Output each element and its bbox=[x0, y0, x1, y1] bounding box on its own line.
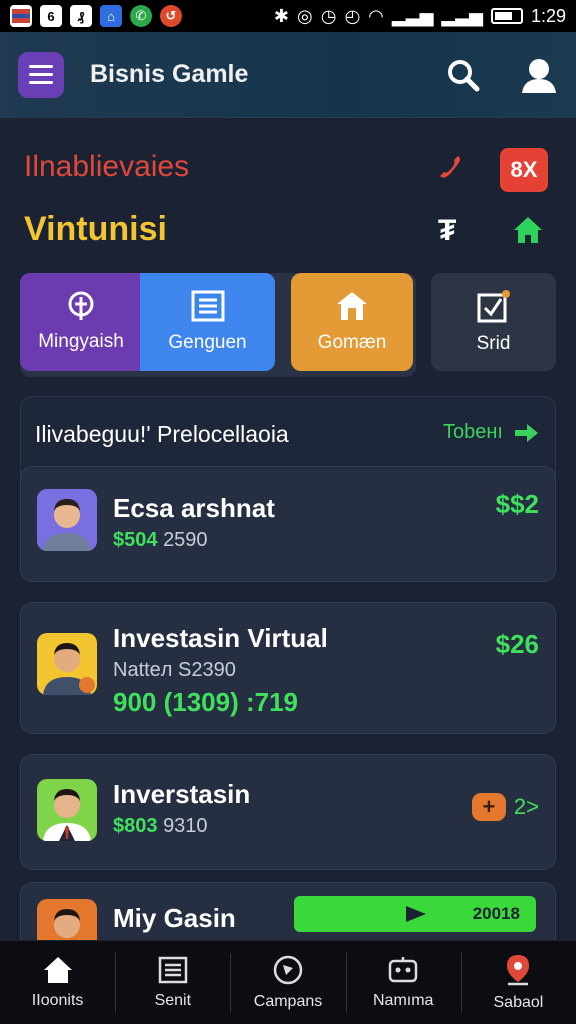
section-heading-a: Ilnablievaies bbox=[24, 150, 190, 183]
bluetooth-icon: ✱ bbox=[273, 5, 290, 26]
app-title: Bisnis Gamle bbox=[90, 60, 249, 88]
nav-item-senit[interactable]: Senit bbox=[115, 941, 230, 1024]
item-value: 900 (1309) :719 bbox=[113, 687, 299, 717]
item-amount: $$2 bbox=[495, 489, 539, 519]
wifi-icon: ◠ bbox=[368, 5, 384, 26]
tile-genguen[interactable]: Genguen bbox=[140, 273, 275, 371]
app-icon: ⌂ bbox=[100, 5, 122, 27]
avatar bbox=[37, 633, 97, 695]
category-tiles: Mingyaish Genguen Gomæn Srid bbox=[20, 273, 556, 377]
item-name: Investasin Virtual bbox=[113, 623, 328, 653]
avatar bbox=[37, 779, 97, 841]
plus-badge: + bbox=[471, 793, 506, 821]
nav-label: Namıma bbox=[372, 991, 434, 1009]
item-amount: $26 bbox=[495, 629, 539, 659]
tile-label: Srid bbox=[476, 333, 511, 354]
nav-label: IIoonits bbox=[31, 991, 84, 1009]
notification-icon: 6 bbox=[40, 5, 62, 27]
tile-srid[interactable]: Srid bbox=[431, 273, 556, 371]
menu-icon bbox=[29, 65, 53, 68]
list-item[interactable]: Ecsa arshnat $504 2590 $$2 bbox=[20, 466, 556, 582]
item-subtitle: $803 9310 bbox=[113, 815, 208, 837]
item-name: Miy Gasin bbox=[113, 903, 236, 933]
system-status: ✱ ◎ ◷ ◴ ◠ ▂▃▅ ▂▃▅ 1:29 bbox=[274, 6, 566, 27]
tile-mingyaish[interactable]: Mingyaish bbox=[20, 273, 142, 371]
list-icon bbox=[158, 956, 188, 983]
currency-icon[interactable]: ₮ bbox=[438, 214, 456, 248]
item-name: Ecsa arshnat bbox=[113, 493, 275, 523]
item-subtitle: $504 2590 bbox=[113, 529, 208, 551]
checkbox-icon bbox=[477, 290, 510, 323]
tile-label: Mingyaish bbox=[38, 331, 124, 352]
flag-icon bbox=[10, 5, 32, 27]
compass-icon bbox=[273, 955, 303, 984]
home-icon[interactable] bbox=[512, 214, 544, 246]
clock-time: 1:29 bbox=[530, 5, 566, 26]
signal-icon: ▂▃▅ bbox=[441, 5, 483, 26]
section-heading-b: Vintunisi bbox=[24, 210, 167, 248]
nav-label: Senit bbox=[154, 991, 192, 1009]
list-icon bbox=[191, 290, 224, 322]
app-icon: ↺ bbox=[160, 5, 182, 27]
item-subtitle: Natteл S2390 bbox=[113, 659, 236, 681]
panel-title: Ilivabeguu!' Prelocellaoia bbox=[35, 421, 289, 447]
user-icon[interactable] bbox=[520, 57, 558, 93]
tile-label: Gomæn bbox=[317, 332, 387, 353]
nav-item-namima[interactable]: Namıma bbox=[345, 941, 461, 1024]
menu-button[interactable] bbox=[18, 51, 64, 98]
nav-item-sabaol[interactable]: Sabaol bbox=[460, 941, 576, 1024]
home-icon bbox=[43, 956, 72, 983]
phone-icon: ✆ bbox=[130, 5, 152, 27]
bottom-navigation: IIoonits Senit Campans Namıma Sabaol bbox=[0, 940, 576, 1024]
list-item[interactable]: Inverstasin $803 9310 + 2> bbox=[20, 754, 556, 870]
alarm-icon: ◎ bbox=[297, 5, 313, 26]
play-icon bbox=[406, 906, 426, 922]
phone-icon[interactable] bbox=[436, 152, 466, 182]
status-bar: 6 ₰ ⌂ ✆ ↺ ✱ ◎ ◷ ◴ ◠ ▂▃▅ ▂▃▅ 1:29 bbox=[0, 0, 576, 32]
progress-bar[interactable]: 20018 bbox=[294, 896, 536, 932]
item-trailing[interactable]: + 2> bbox=[471, 793, 539, 821]
alarm-icon: ◴ bbox=[344, 5, 361, 26]
item-trail-label: 2> bbox=[513, 794, 539, 819]
battery-icon bbox=[490, 8, 523, 24]
app-header: Bisnis Gamle bbox=[0, 32, 576, 118]
badge-button[interactable]: 8X bbox=[500, 148, 548, 192]
list-item[interactable]: Investasin Virtual Natteл S2390 900 (130… bbox=[20, 602, 556, 734]
avatar bbox=[37, 489, 97, 551]
search-icon[interactable] bbox=[446, 58, 480, 92]
tile-gomaen[interactable]: Gomæn bbox=[291, 273, 413, 371]
tile-label: Genguen bbox=[168, 332, 247, 353]
alarm-icon: ◷ bbox=[320, 5, 337, 26]
robot-icon bbox=[388, 956, 418, 982]
target-icon bbox=[68, 291, 94, 320]
location-icon bbox=[507, 954, 530, 985]
panel-link[interactable]: Tobeнı bbox=[443, 421, 539, 444]
nav-label: Sabaol bbox=[493, 993, 544, 1011]
nav-label: Campans bbox=[253, 992, 323, 1010]
progress-label: 20018 bbox=[472, 904, 520, 923]
nav-item-home[interactable]: IIoonits bbox=[0, 941, 115, 1024]
panel-link-label: Tobeнı bbox=[443, 421, 503, 443]
app-icon: ₰ bbox=[70, 5, 92, 27]
item-name: Inverstasin bbox=[113, 779, 251, 809]
signal-icon: ▂▃▅ bbox=[391, 5, 434, 26]
arrow-right-icon bbox=[515, 423, 538, 442]
notification-icons: 6 ₰ ⌂ ✆ ↺ bbox=[10, 5, 182, 27]
nav-item-campans[interactable]: Campans bbox=[230, 941, 345, 1024]
house-icon bbox=[337, 292, 367, 320]
